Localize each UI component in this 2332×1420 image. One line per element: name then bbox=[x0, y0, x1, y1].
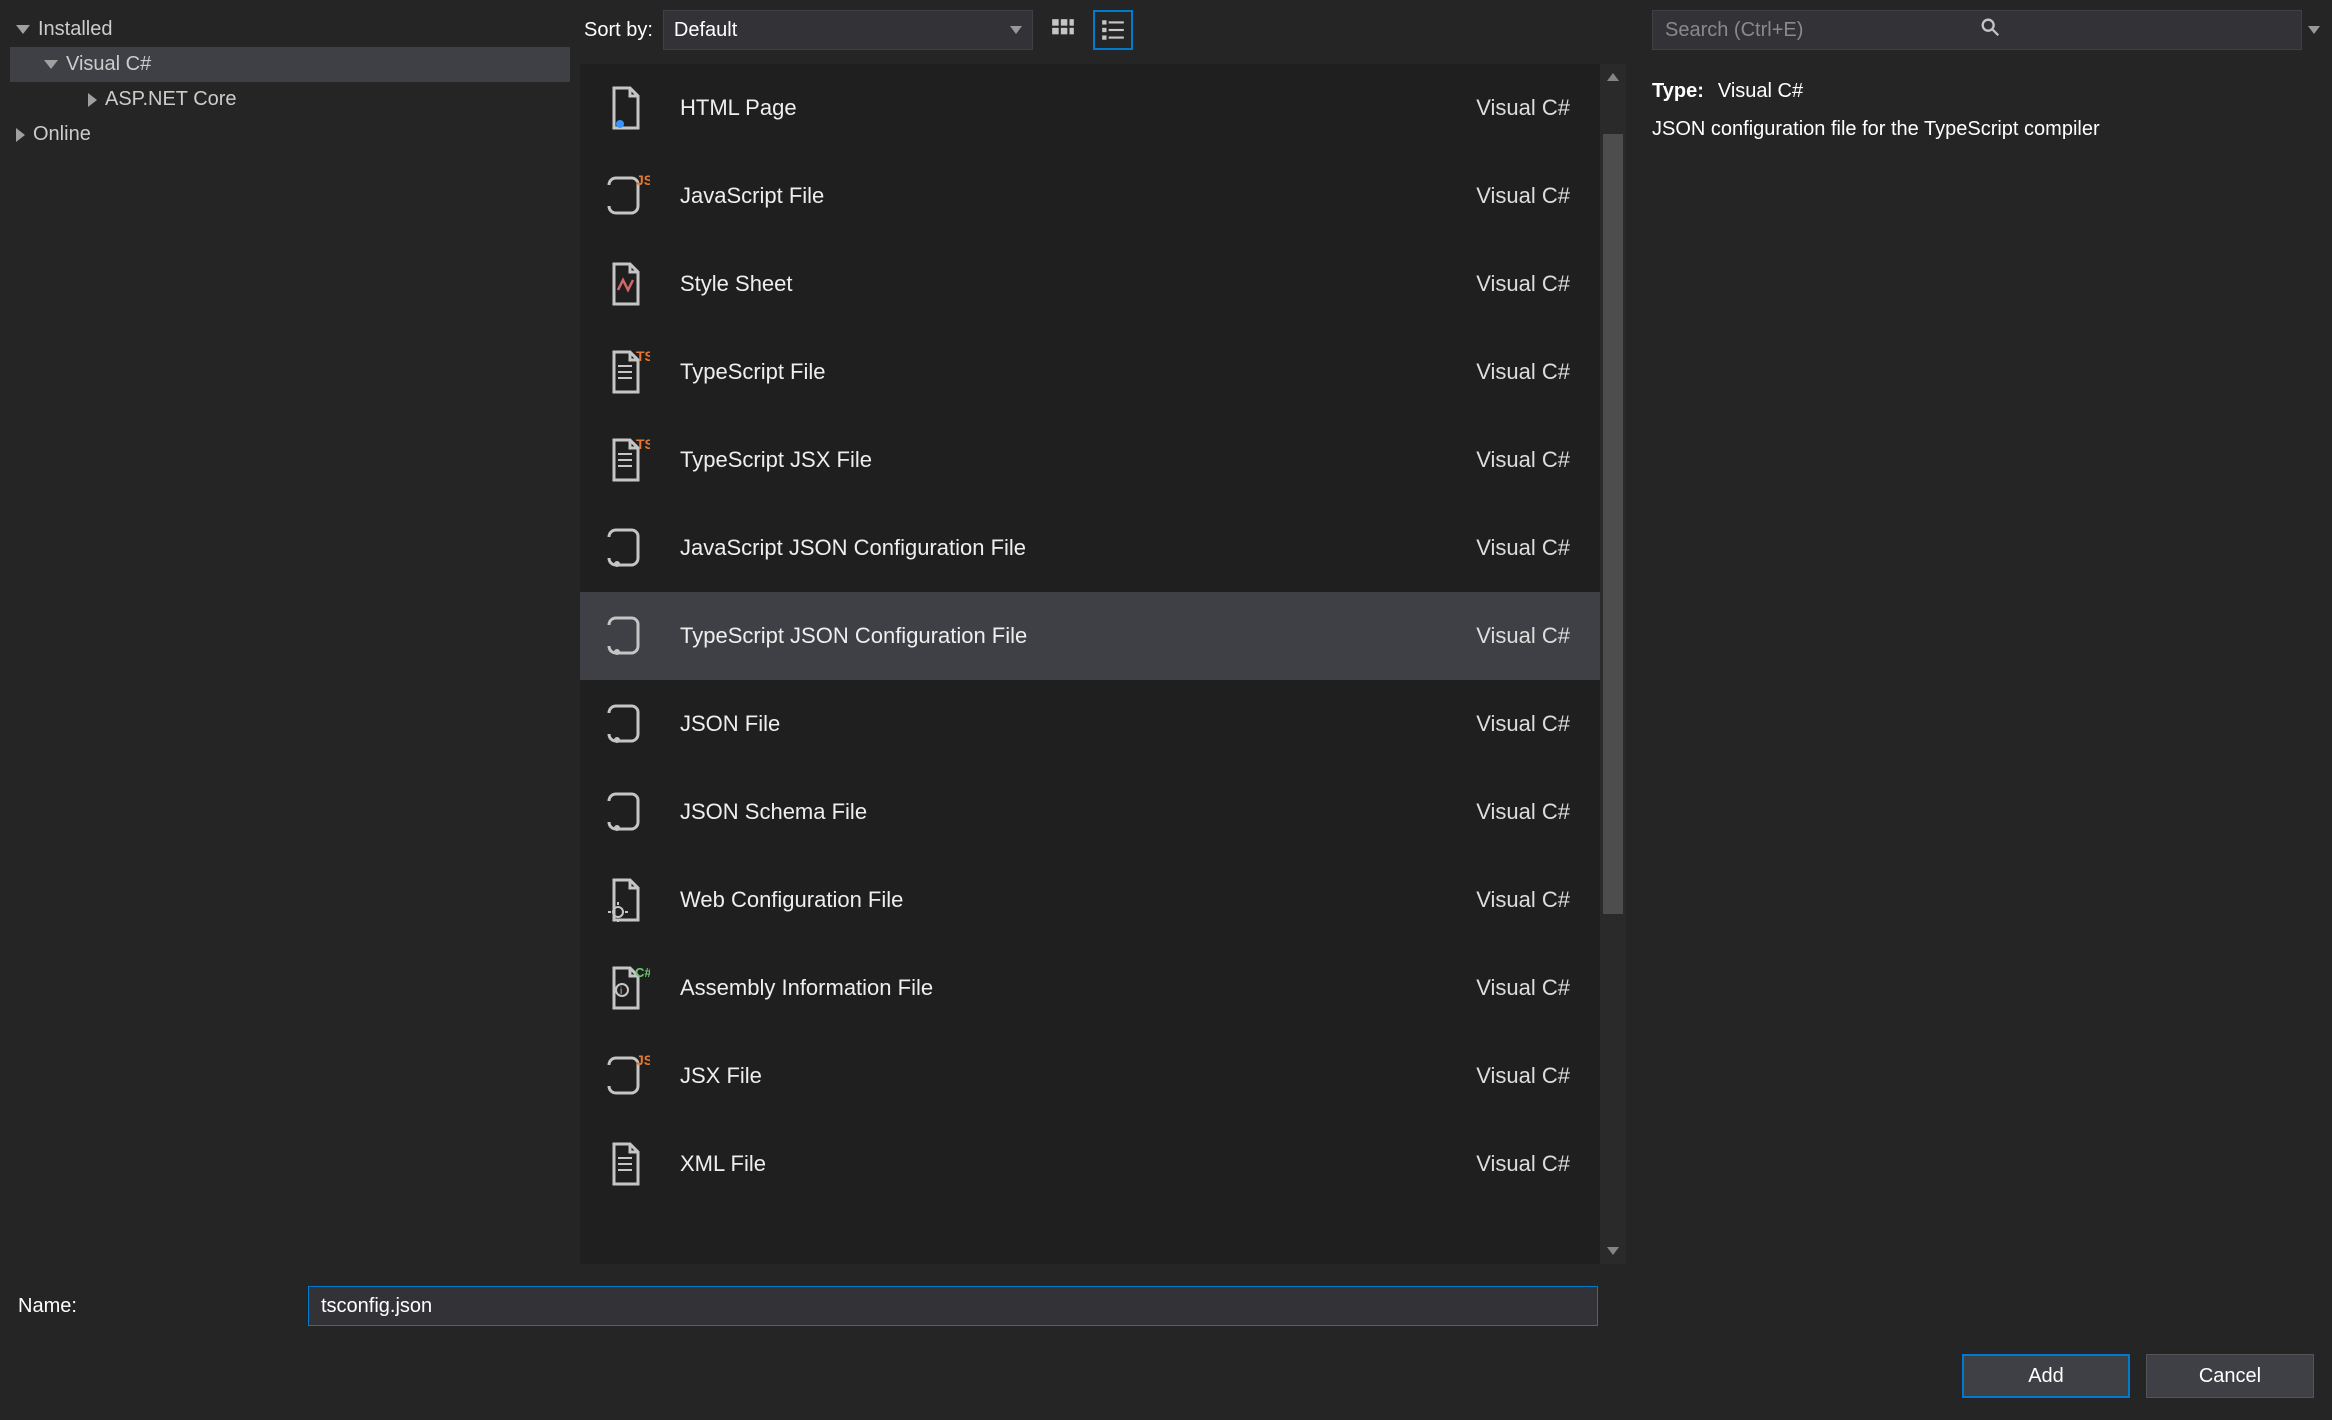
template-language: Visual C# bbox=[1476, 887, 1570, 913]
json-file-icon bbox=[600, 786, 652, 838]
view-medium-icons-button[interactable] bbox=[1043, 10, 1083, 50]
tree-label: ASP.NET Core bbox=[105, 88, 237, 111]
js-file-icon: JS bbox=[600, 170, 652, 222]
template-row[interactable]: TypeScript JSON Configuration File Visua… bbox=[580, 592, 1600, 680]
grid-icon bbox=[1050, 17, 1076, 43]
template-name: JavaScript JSON Configuration File bbox=[680, 535, 1476, 561]
cancel-button[interactable]: Cancel bbox=[2146, 1354, 2314, 1398]
name-label: Name: bbox=[18, 1295, 308, 1318]
xml-file-icon bbox=[600, 1138, 652, 1190]
ts-file-icon: TS bbox=[600, 434, 652, 486]
scroll-thumb[interactable] bbox=[1603, 134, 1623, 914]
template-row[interactable]: TS TypeScript File Visual C# bbox=[580, 328, 1600, 416]
tree-item-installed[interactable]: Installed bbox=[10, 12, 570, 47]
template-name: Style Sheet bbox=[680, 271, 1476, 297]
template-name: TypeScript JSX File bbox=[680, 447, 1476, 473]
json-file-icon bbox=[600, 610, 652, 662]
jsx-file-icon: JS bbox=[600, 1050, 652, 1102]
tree-item-visual-csharp[interactable]: Visual C# bbox=[10, 47, 570, 82]
svg-text:i: i bbox=[620, 986, 622, 997]
view-small-icons-button[interactable] bbox=[1093, 10, 1133, 50]
template-language: Visual C# bbox=[1476, 799, 1570, 825]
template-language: Visual C# bbox=[1476, 271, 1570, 297]
scrollbar[interactable] bbox=[1600, 64, 1626, 1264]
template-row[interactable]: JSON File Visual C# bbox=[580, 680, 1600, 768]
search-options-dropdown[interactable] bbox=[2308, 26, 2320, 34]
template-row[interactable]: XML File Visual C# bbox=[580, 1120, 1600, 1208]
asm-file-icon: i C# bbox=[600, 962, 652, 1014]
template-language: Visual C# bbox=[1476, 975, 1570, 1001]
ts-file-icon: TS bbox=[600, 346, 652, 398]
template-name: Web Configuration File bbox=[680, 887, 1476, 913]
svg-text:TS: TS bbox=[636, 348, 650, 364]
template-row[interactable]: JSON Schema File Visual C# bbox=[580, 768, 1600, 856]
template-row[interactable]: HTML Page Visual C# bbox=[580, 64, 1600, 152]
add-button[interactable]: Add bbox=[1962, 1354, 2130, 1398]
tree-item-online[interactable]: Online bbox=[10, 117, 570, 152]
svg-text:JS: JS bbox=[636, 172, 650, 188]
template-language: Visual C# bbox=[1476, 1151, 1570, 1177]
template-language: Visual C# bbox=[1476, 623, 1570, 649]
search-icon bbox=[1979, 16, 2293, 44]
json-file-icon bbox=[600, 522, 652, 574]
caret-collapsed-icon bbox=[88, 93, 97, 107]
html-file-icon bbox=[600, 82, 652, 134]
template-name: JavaScript File bbox=[680, 183, 1476, 209]
search-placeholder: Search (Ctrl+E) bbox=[1665, 19, 1979, 42]
template-language: Visual C# bbox=[1476, 95, 1570, 121]
template-name: JSX File bbox=[680, 1063, 1476, 1089]
info-type-value: Visual C# bbox=[1718, 76, 1803, 106]
sort-by-label: Sort by: bbox=[584, 19, 653, 42]
template-name: TypeScript File bbox=[680, 359, 1476, 385]
category-tree: Installed Visual C# ASP.NET Core Online bbox=[0, 0, 580, 1264]
caret-expanded-icon bbox=[44, 60, 58, 69]
list-icon bbox=[1100, 17, 1126, 43]
sort-by-value: Default bbox=[674, 19, 737, 42]
template-row[interactable]: JavaScript JSON Configuration File Visua… bbox=[580, 504, 1600, 592]
info-panel: Type: Visual C# JSON configuration file … bbox=[1652, 64, 2320, 144]
template-language: Visual C# bbox=[1476, 359, 1570, 385]
template-list: HTML Page Visual C# JS JavaScript File V… bbox=[580, 64, 1600, 1264]
template-language: Visual C# bbox=[1476, 711, 1570, 737]
template-language: Visual C# bbox=[1476, 447, 1570, 473]
template-name: JSON Schema File bbox=[680, 799, 1476, 825]
tree-label: Installed bbox=[38, 18, 113, 41]
name-input[interactable] bbox=[308, 1286, 1598, 1326]
template-name: JSON File bbox=[680, 711, 1476, 737]
tree-label: Online bbox=[33, 123, 91, 146]
scroll-up-button[interactable] bbox=[1600, 64, 1626, 90]
svg-text:C#: C# bbox=[635, 965, 650, 980]
scroll-down-button[interactable] bbox=[1600, 1238, 1626, 1264]
template-row[interactable]: i C# Assembly Information File Visual C# bbox=[580, 944, 1600, 1032]
search-input[interactable]: Search (Ctrl+E) bbox=[1652, 10, 2302, 50]
template-row[interactable]: JS JavaScript File Visual C# bbox=[580, 152, 1600, 240]
template-row[interactable]: Style Sheet Visual C# bbox=[580, 240, 1600, 328]
sort-by-dropdown[interactable]: Default bbox=[663, 10, 1033, 50]
css-file-icon bbox=[600, 258, 652, 310]
template-language: Visual C# bbox=[1476, 535, 1570, 561]
webconfig-file-icon bbox=[600, 874, 652, 926]
info-type-label: Type: bbox=[1652, 76, 1704, 106]
svg-text:TS: TS bbox=[636, 436, 650, 452]
caret-collapsed-icon bbox=[16, 128, 25, 142]
template-name: XML File bbox=[680, 1151, 1476, 1177]
tree-item-aspnet-core[interactable]: ASP.NET Core bbox=[10, 82, 570, 117]
template-row[interactable]: Web Configuration File Visual C# bbox=[580, 856, 1600, 944]
tree-label: Visual C# bbox=[66, 53, 151, 76]
template-name: Assembly Information File bbox=[680, 975, 1476, 1001]
svg-text:JS: JS bbox=[636, 1052, 650, 1068]
template-name: HTML Page bbox=[680, 95, 1476, 121]
info-description: JSON configuration file for the TypeScri… bbox=[1652, 114, 2320, 144]
sort-toolbar: Sort by: Default bbox=[580, 0, 1626, 64]
json-file-icon bbox=[600, 698, 652, 750]
template-name: TypeScript JSON Configuration File bbox=[680, 623, 1476, 649]
template-language: Visual C# bbox=[1476, 183, 1570, 209]
chevron-down-icon bbox=[1010, 26, 1022, 34]
template-row[interactable]: TS TypeScript JSX File Visual C# bbox=[580, 416, 1600, 504]
template-language: Visual C# bbox=[1476, 1063, 1570, 1089]
caret-expanded-icon bbox=[16, 25, 30, 34]
template-row[interactable]: JS JSX File Visual C# bbox=[580, 1032, 1600, 1120]
